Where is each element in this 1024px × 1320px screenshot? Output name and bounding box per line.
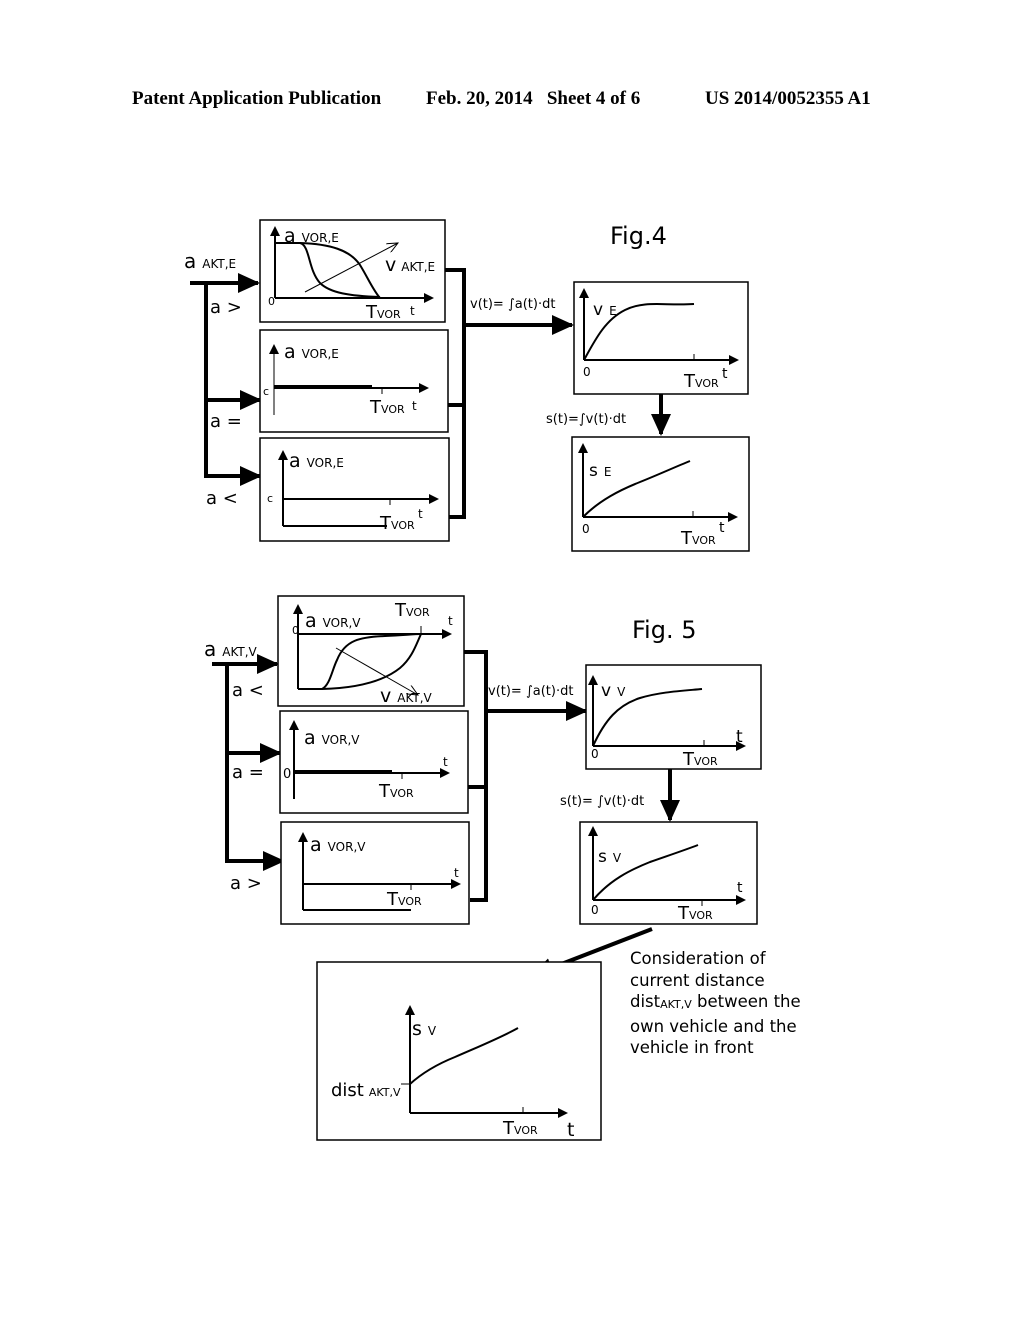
note-line-2: current distance bbox=[630, 970, 765, 990]
fig4-branch-eq: a = bbox=[210, 411, 242, 432]
fig4-branch-gt: a > bbox=[210, 297, 242, 318]
origin-label: 0 bbox=[582, 522, 590, 536]
origin-label: 0 bbox=[283, 767, 291, 782]
t-label: t bbox=[722, 366, 728, 382]
fig5-panel-distance bbox=[579, 821, 758, 925]
t-label: t bbox=[567, 1119, 574, 1141]
c-label: c bbox=[267, 492, 273, 505]
t-label: t bbox=[719, 520, 725, 536]
consideration-note: Consideration of current distance distAK… bbox=[630, 948, 810, 1059]
fig5-branch-eq: a = bbox=[232, 762, 264, 783]
fig5-branch-gt: a > bbox=[230, 873, 262, 894]
note-line-4: own vehicle and the bbox=[630, 1016, 797, 1036]
t-label: t bbox=[410, 304, 415, 318]
note-line-5: vehicle in front bbox=[630, 1038, 754, 1057]
t-label: t bbox=[736, 727, 743, 747]
t-label: t bbox=[737, 880, 743, 896]
fig4-integral-s: s(t)=∫v(t)·dt bbox=[546, 412, 626, 427]
origin-label: 0 bbox=[591, 747, 599, 761]
fig4: Fig.4 a AKT,E a > a = a < a VOR,E v AKT,E 0… bbox=[184, 219, 750, 552]
origin-label: 0 bbox=[583, 365, 591, 379]
fig4-title: Fig.4 bbox=[610, 222, 667, 250]
fig4-integral-v: v(t)= ∫a(t)·dt bbox=[470, 297, 555, 312]
origin-label: 0 bbox=[591, 903, 599, 917]
fig5-input-label: a AKT,V bbox=[204, 637, 258, 661]
t-label: t bbox=[454, 866, 459, 880]
t-label: t bbox=[418, 507, 423, 521]
t-label: t bbox=[443, 755, 448, 769]
patent-drawing: Fig.4 a AKT,E a > a = a < a VOR,E v AKT,E 0… bbox=[184, 219, 762, 1141]
c-label: c bbox=[263, 385, 269, 398]
fig5: Fig. 5 a AKT,V a < a = a > a VOR,V 0 TVOR … bbox=[204, 595, 762, 1141]
fig5-title: Fig. 5 bbox=[632, 616, 697, 644]
note-dist-sub: AKT,V bbox=[660, 998, 692, 1011]
origin-label: 0 bbox=[268, 295, 275, 308]
t-label: t bbox=[448, 614, 453, 628]
note-line-3: distAKT,V between the bbox=[630, 991, 810, 1016]
fig5-integral-s: s(t)= ∫v(t)·dt bbox=[560, 794, 644, 809]
origin-label: 0 bbox=[292, 624, 299, 637]
fig4-branch-lt: a < bbox=[206, 488, 238, 509]
t-label: t bbox=[412, 399, 417, 413]
fig4-input-label: a AKT,E bbox=[184, 249, 236, 273]
fig5-panel-velocity bbox=[585, 664, 762, 770]
note-line-3-rest: between the bbox=[691, 992, 801, 1011]
note-line-1: Consideration of bbox=[630, 949, 766, 968]
note-dist: dist bbox=[630, 992, 661, 1011]
fig5-integral-v: v(t)= ∫a(t)·dt bbox=[488, 684, 573, 699]
fig5-branch-lt: a < bbox=[232, 680, 264, 701]
